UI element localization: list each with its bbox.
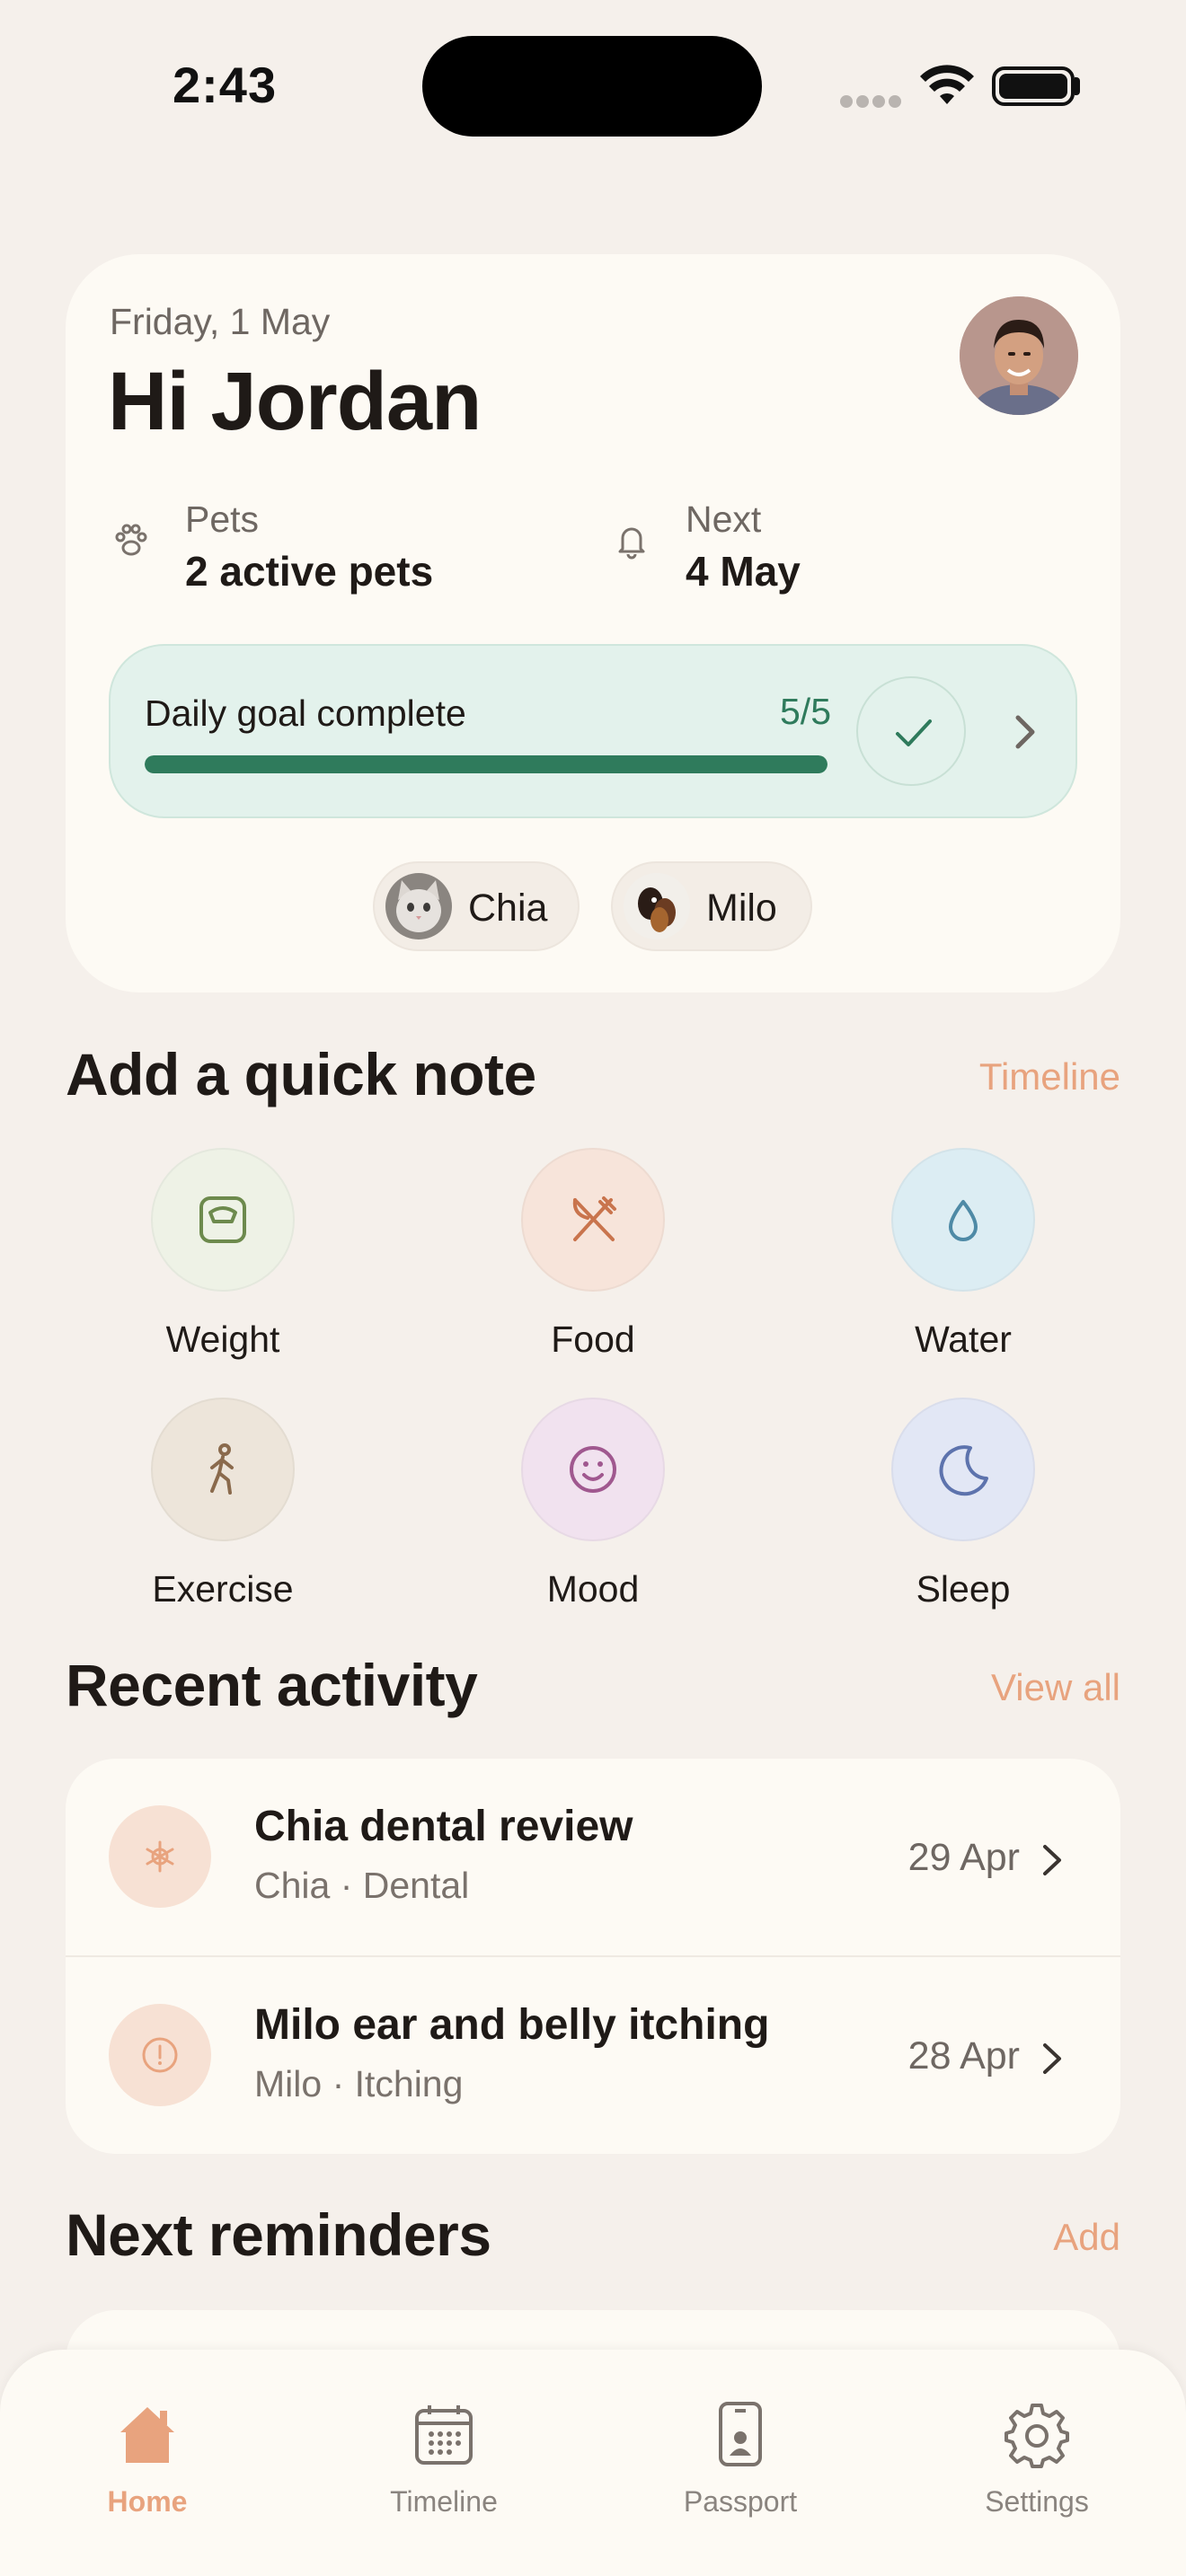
fork-knife-icon xyxy=(521,1148,665,1292)
bell-icon xyxy=(618,527,645,560)
recent-activity-title: Recent activity xyxy=(66,1652,478,1718)
activity-subtitle: Milo · Itching xyxy=(254,2063,464,2104)
pet-name-milo: Milo xyxy=(706,887,777,930)
activity-subtitle: Chia · Dental xyxy=(254,1865,470,1906)
asterisk-icon xyxy=(109,1805,211,1908)
tab-label: Home xyxy=(107,2485,188,2518)
walking-icon xyxy=(151,1398,295,1541)
tab-timeline[interactable]: Timeline xyxy=(354,2400,534,2519)
quick-note-label: Water xyxy=(915,1319,1012,1360)
activity-title: Chia dental review xyxy=(254,1803,633,1850)
activity-date: 28 Apr xyxy=(907,2034,1020,2078)
next-value: 4 May xyxy=(686,548,801,595)
tab-label: Timeline xyxy=(390,2485,498,2518)
passport-icon xyxy=(719,2402,762,2466)
add-reminder-link[interactable]: Add xyxy=(1053,2216,1120,2259)
next-reminders-title: Next reminders xyxy=(66,2201,491,2268)
dynamic-island xyxy=(422,36,762,137)
status-bar: 2:43 xyxy=(0,0,1186,171)
quick-note-exercise[interactable]: Exercise xyxy=(115,1398,331,1610)
droplet-icon xyxy=(891,1148,1035,1292)
smile-icon xyxy=(521,1398,665,1541)
status-time: 2:43 xyxy=(173,57,278,113)
chevron-right-icon xyxy=(1043,2043,1061,2074)
timeline-link[interactable]: Timeline xyxy=(979,1055,1120,1098)
daily-goal-progress-fill xyxy=(145,755,828,773)
quick-note-mood[interactable]: Mood xyxy=(485,1398,701,1610)
tab-home[interactable]: Home xyxy=(58,2400,237,2519)
quick-note-sleep[interactable]: Sleep xyxy=(855,1398,1071,1610)
recent-activity-list: Chia dental review Chia · Dental 29 Apr … xyxy=(66,1759,1120,2154)
scale-icon xyxy=(151,1148,295,1292)
greeting-title: Hi Jordan xyxy=(108,356,482,447)
daily-goal-progress xyxy=(145,755,828,773)
pet-avatar-chia xyxy=(385,873,452,940)
tab-settings[interactable]: Settings xyxy=(947,2400,1127,2519)
quick-note-title: Add a quick note xyxy=(66,1041,536,1107)
cellular-signal-icon xyxy=(840,95,905,112)
checkmark-icon xyxy=(896,719,932,746)
quick-note-label: Food xyxy=(551,1319,635,1360)
daily-goal-label: Daily goal complete xyxy=(145,693,466,734)
alert-circle-icon xyxy=(109,2004,211,2106)
daily-goal-banner[interactable]: Daily goal complete 5/5 xyxy=(109,644,1077,818)
view-all-link[interactable]: View all xyxy=(991,1666,1120,1709)
quick-note-food[interactable]: Food xyxy=(485,1148,701,1361)
quick-note-label: Exercise xyxy=(152,1568,294,1610)
pet-avatar-milo xyxy=(624,873,690,940)
quick-note-weight[interactable]: Weight xyxy=(115,1148,331,1361)
gear-icon xyxy=(1005,2404,1069,2468)
pet-chip-chia[interactable]: Chia xyxy=(373,861,580,951)
calendar-icon xyxy=(415,2405,473,2465)
activity-title: Milo ear and belly itching xyxy=(254,2001,770,2049)
next-label: Next xyxy=(686,498,762,540)
tab-label: Passport xyxy=(683,2485,798,2518)
goal-check-button[interactable] xyxy=(856,676,966,786)
moon-icon xyxy=(891,1398,1035,1541)
activity-date: 29 Apr xyxy=(907,1836,1020,1879)
pets-value: 2 active pets xyxy=(185,548,434,595)
quick-note-water[interactable]: Water xyxy=(855,1148,1071,1361)
pet-name-chia: Chia xyxy=(468,887,548,930)
user-avatar[interactable] xyxy=(960,296,1078,415)
chevron-right-icon xyxy=(1043,1845,1061,1875)
tab-label: Settings xyxy=(985,2485,1089,2518)
paw-icon xyxy=(115,524,147,556)
pets-label: Pets xyxy=(185,498,260,540)
tab-bar: Home Timeline Passport Settings xyxy=(0,2350,1186,2576)
quick-note-label: Weight xyxy=(165,1319,280,1360)
summary-card: Friday, 1 May Hi Jordan Pets 2 active pe… xyxy=(66,254,1120,992)
activity-row[interactable]: Chia dental review Chia · Dental 29 Apr xyxy=(66,1759,1120,1955)
quick-note-label: Mood xyxy=(546,1568,640,1610)
home-icon xyxy=(120,2407,174,2463)
battery-icon xyxy=(992,66,1075,106)
tab-passport[interactable]: Passport xyxy=(651,2400,830,2519)
activity-row[interactable]: Milo ear and belly itching Milo · Itchin… xyxy=(66,1955,1120,2152)
wifi-icon xyxy=(920,65,974,104)
quick-note-label: Sleep xyxy=(916,1568,1011,1610)
pet-chip-milo[interactable]: Milo xyxy=(611,861,812,951)
chevron-right-icon[interactable] xyxy=(1009,707,1041,757)
daily-goal-count: 5/5 xyxy=(780,691,831,732)
current-date: Friday, 1 May xyxy=(110,301,331,342)
